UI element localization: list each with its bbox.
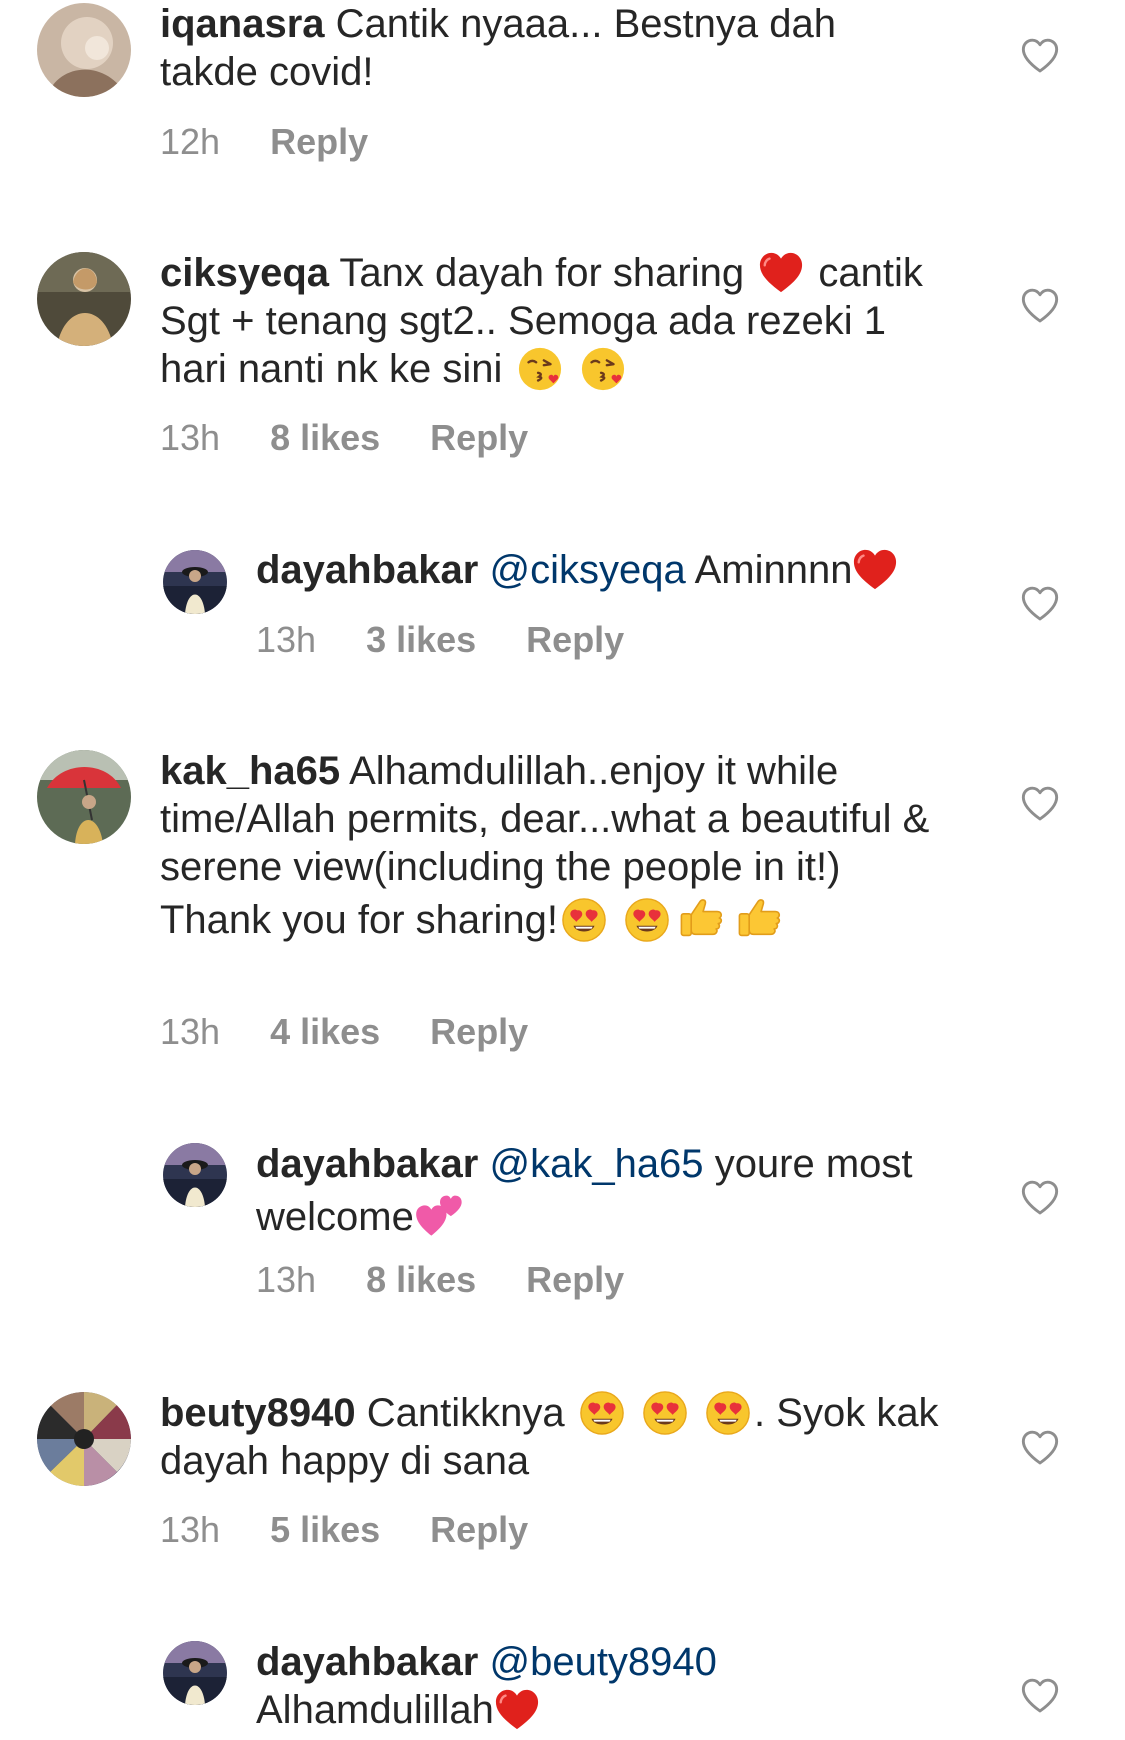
comment-meta: 13h 4 likes Reply <box>160 1012 528 1052</box>
comment-meta: 13h 8 likes Reply <box>256 1260 624 1300</box>
comment-text: dayahbakar @kak_ha65 youre most welcome <box>256 1140 956 1241</box>
comment-meta: 13h 3 likes Reply <box>256 620 624 660</box>
comment-username[interactable]: dayahbakar <box>256 1640 478 1684</box>
heart-eyes-emoji-icon <box>642 1390 688 1436</box>
heart-eyes-emoji-icon <box>705 1390 751 1436</box>
comment-username[interactable]: iqanasra <box>160 2 325 46</box>
comment-time: 13h <box>256 619 317 660</box>
comment-likes[interactable]: 4 likes <box>270 1012 380 1052</box>
comment-likes[interactable]: 3 likes <box>366 620 476 660</box>
heart-outline-icon <box>1020 36 1060 76</box>
like-button[interactable] <box>1020 584 1060 624</box>
comment-text: dayahbakar @beuty8940 Alhamdulillah <box>256 1638 776 1734</box>
reply-button[interactable]: Reply <box>270 122 368 162</box>
mention-link[interactable]: @beuty8940 <box>489 1640 716 1684</box>
avatar-image <box>37 1392 131 1486</box>
comment-time: 13h <box>160 1509 221 1550</box>
heart-outline-icon <box>1020 1428 1060 1468</box>
avatar[interactable] <box>37 1392 131 1486</box>
heart-outline-icon <box>1020 584 1060 624</box>
reply-button[interactable]: Reply <box>526 620 624 660</box>
comment-body: Aminnnn <box>694 548 853 592</box>
like-button[interactable] <box>1020 36 1060 76</box>
like-button[interactable] <box>1020 286 1060 326</box>
avatar[interactable] <box>163 1143 227 1207</box>
comment-text: iqanasra Cantik nyaaa... Bestnya dah tak… <box>160 0 940 96</box>
avatar-image <box>163 1143 227 1207</box>
red-heart-emoji-icon <box>758 250 804 296</box>
like-button[interactable] <box>1020 1676 1060 1716</box>
avatar-image <box>163 550 227 614</box>
comment-username[interactable]: beuty8940 <box>160 1391 356 1435</box>
heart-outline-icon <box>1020 784 1060 824</box>
reply-button[interactable]: Reply <box>430 1510 528 1550</box>
comment-body: Cantikknya <box>366 1391 565 1435</box>
avatar-image <box>37 3 131 97</box>
comment-username[interactable]: ciksyeqa <box>160 251 329 295</box>
comment-meta: 13h 5 likes Reply <box>160 1510 528 1550</box>
thumbs-up-emoji-icon <box>676 891 728 943</box>
comment-text: kak_ha65 Alhamdulillah..enjoy it while t… <box>160 747 940 944</box>
red-heart-emoji-icon <box>852 547 898 593</box>
kiss-emoji-icon <box>580 346 626 392</box>
like-button[interactable] <box>1020 784 1060 824</box>
two-hearts-emoji-icon <box>414 1188 466 1240</box>
comment-likes[interactable]: 8 likes <box>366 1260 476 1300</box>
reply-button[interactable]: Reply <box>430 1012 528 1052</box>
comment-text: ciksyeqa Tanx dayah for sharing cantik S… <box>160 249 940 393</box>
heart-eyes-emoji-icon <box>561 897 607 943</box>
avatar[interactable] <box>37 750 131 844</box>
avatar-image <box>37 252 131 346</box>
comment-body: Alhamdulillah <box>256 1688 494 1732</box>
avatar[interactable] <box>37 3 131 97</box>
comment-likes[interactable]: 8 likes <box>270 418 380 458</box>
kiss-emoji-icon <box>517 346 563 392</box>
comment-username[interactable]: dayahbakar <box>256 1142 478 1186</box>
red-heart-emoji-icon <box>494 1687 540 1733</box>
comment-time: 12h <box>160 121 221 162</box>
avatar[interactable] <box>37 252 131 346</box>
reply-button[interactable]: Reply <box>526 1260 624 1300</box>
reply-button[interactable]: Reply <box>430 418 528 458</box>
comment-time: 13h <box>160 1011 221 1052</box>
like-button[interactable] <box>1020 1428 1060 1468</box>
comment-username[interactable]: kak_ha65 <box>160 749 340 793</box>
comment-likes[interactable]: 5 likes <box>270 1510 380 1550</box>
mention-link[interactable]: @ciksyeqa <box>489 548 685 592</box>
comment-meta: 12h Reply <box>160 122 368 162</box>
avatar[interactable] <box>163 1641 227 1705</box>
thumbs-up-emoji-icon <box>734 891 786 943</box>
comment-username[interactable]: dayahbakar <box>256 548 478 592</box>
heart-eyes-emoji-icon <box>624 897 670 943</box>
like-button[interactable] <box>1020 1178 1060 1218</box>
heart-outline-icon <box>1020 286 1060 326</box>
heart-outline-icon <box>1020 1676 1060 1716</box>
heart-eyes-emoji-icon <box>579 1390 625 1436</box>
comment-text: dayahbakar @ciksyeqa Aminnnn <box>256 546 956 594</box>
comment-text: beuty8940 Cantikknya . Syok kak dayah ha… <box>160 1389 940 1485</box>
heart-outline-icon <box>1020 1178 1060 1218</box>
comment-time: 13h <box>160 417 221 458</box>
avatar[interactable] <box>163 550 227 614</box>
comment-time: 13h <box>256 1259 317 1300</box>
mention-link[interactable]: @kak_ha65 <box>489 1142 703 1186</box>
comment-body: Tanx dayah for sharing <box>339 251 745 295</box>
avatar-image <box>37 750 131 844</box>
avatar-image <box>163 1641 227 1705</box>
comment-meta: 13h 8 likes Reply <box>160 418 528 458</box>
